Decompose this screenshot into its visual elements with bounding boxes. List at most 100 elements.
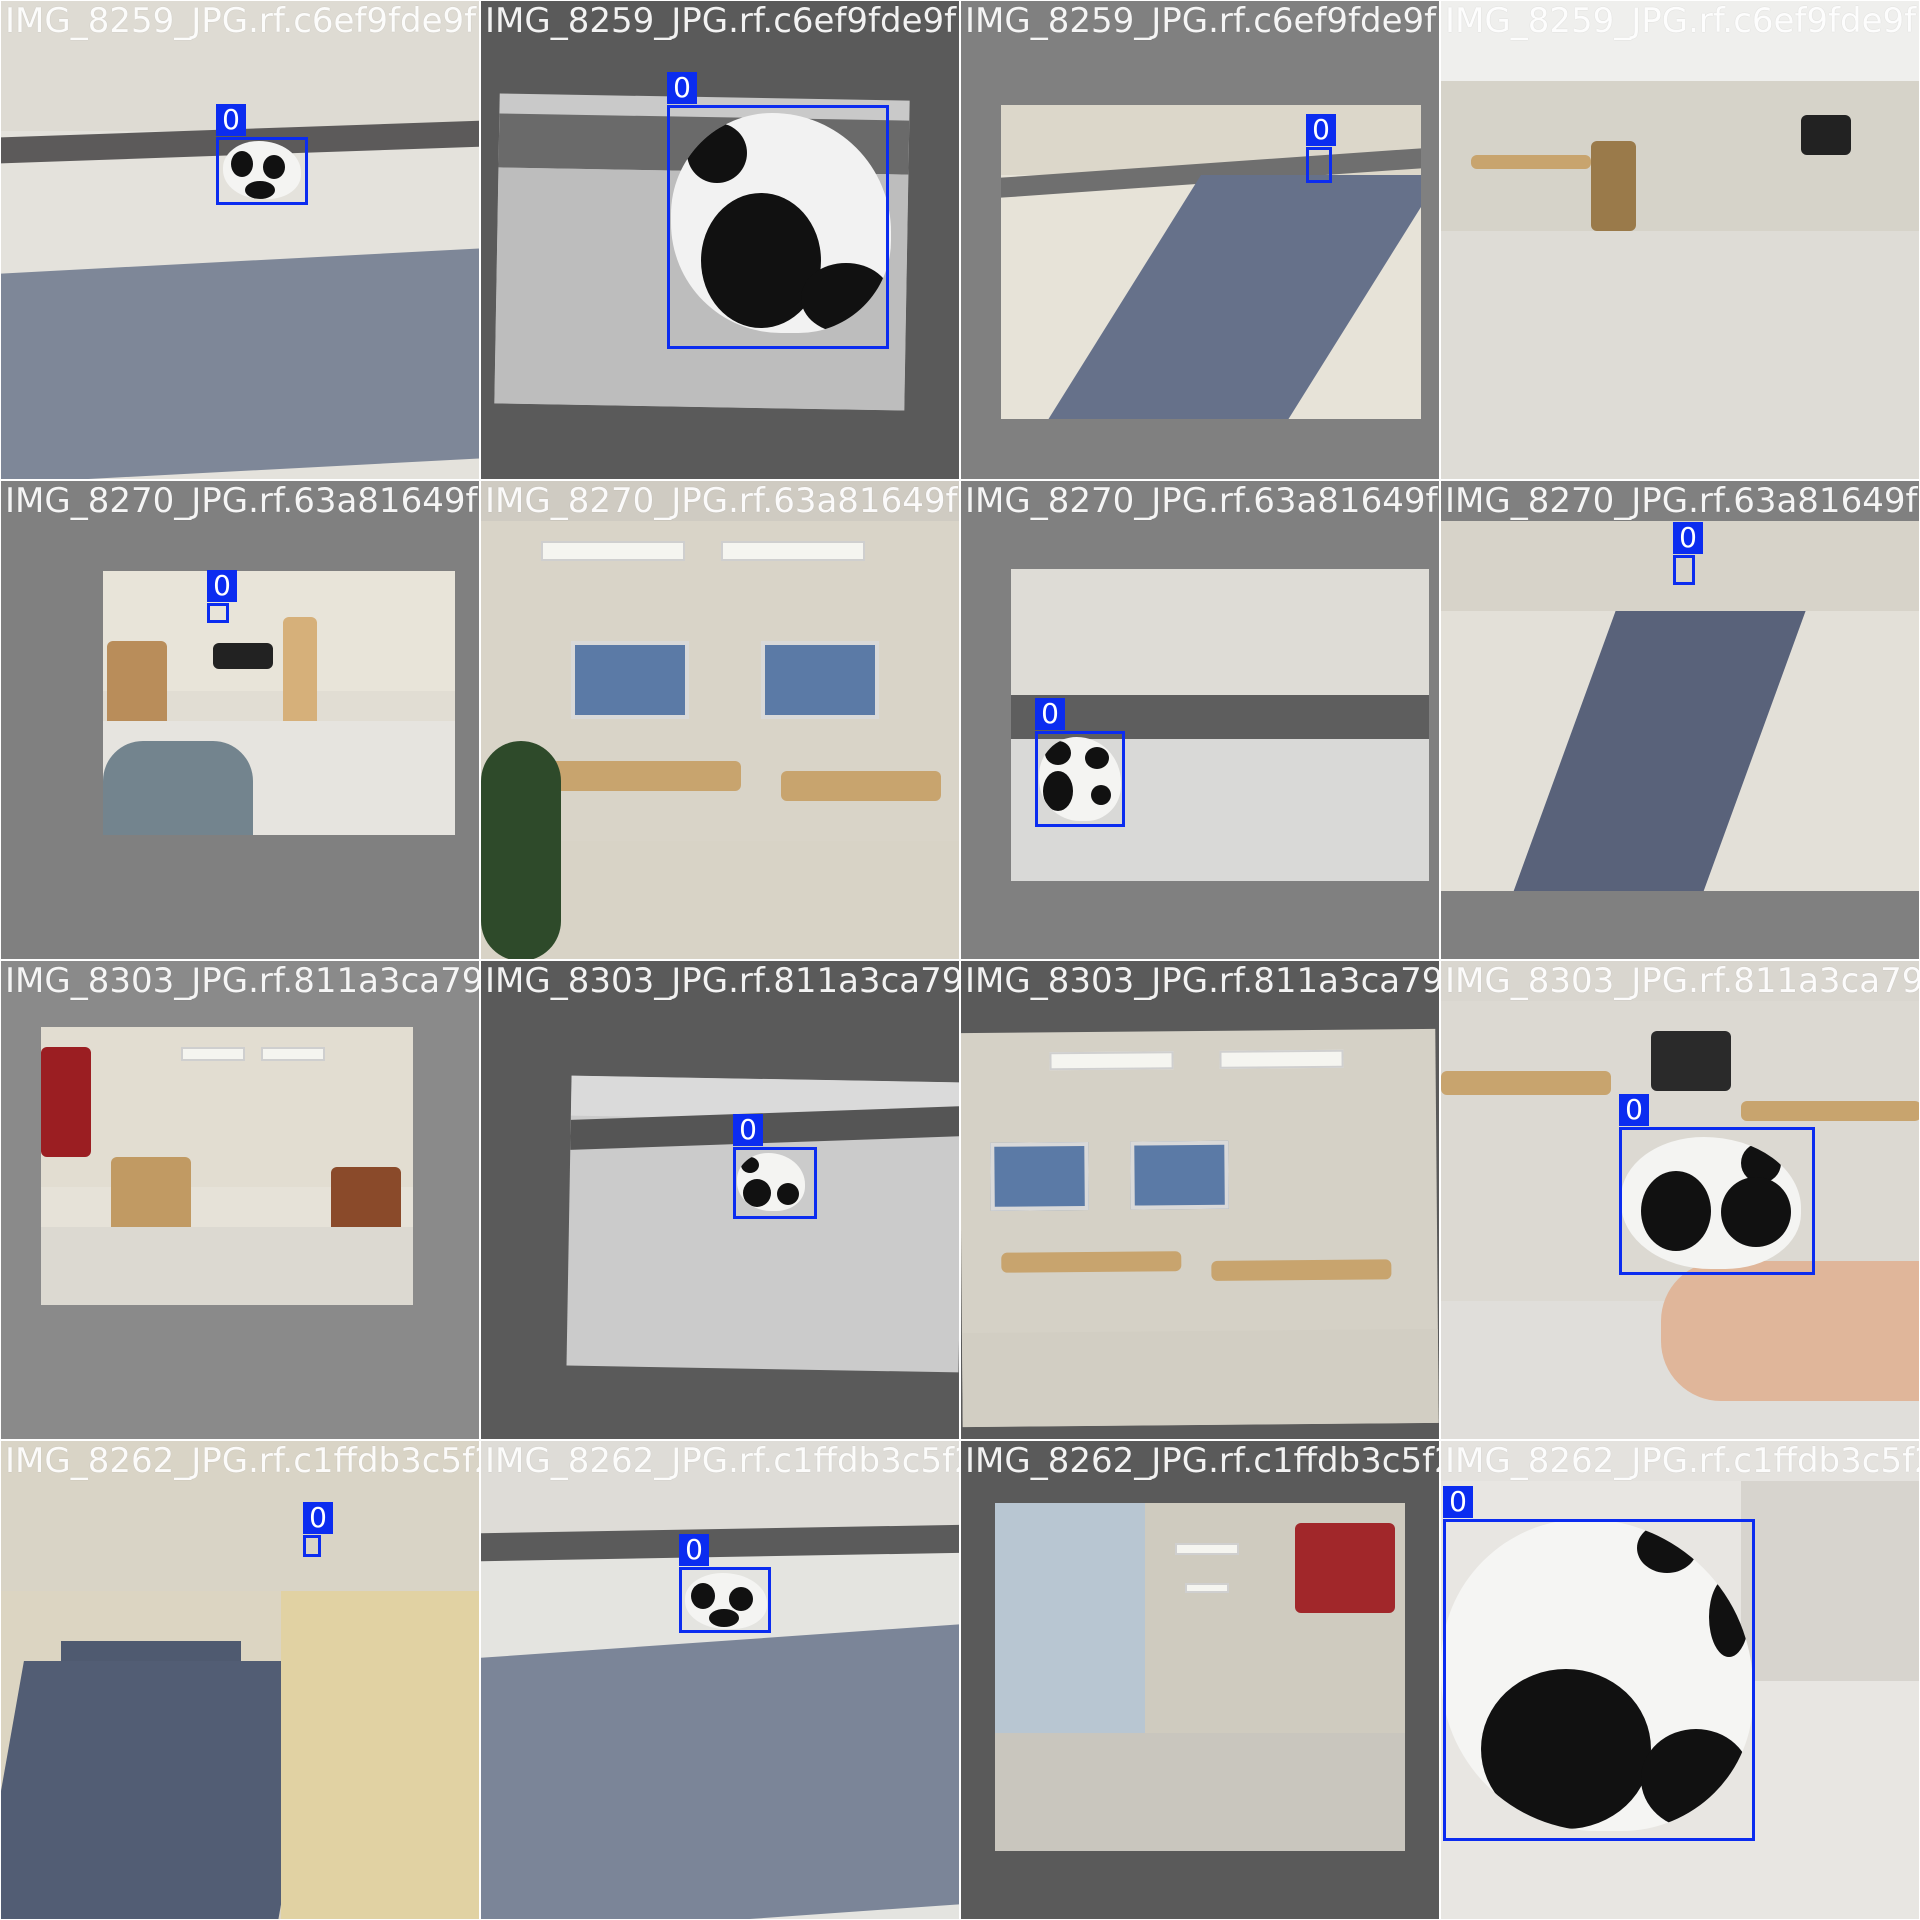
wall: [1011, 569, 1429, 695]
cabinet: [1591, 141, 1636, 231]
hall-wall-left: [995, 1503, 1145, 1743]
grid-tile: 0 IMG_8262_JPG.rf.c1ffdb3c5f2c3882545e02…: [480, 1440, 960, 1920]
desk: [1741, 1101, 1919, 1121]
window: [761, 641, 879, 719]
detection-box: 0: [207, 570, 237, 623]
window: [990, 1141, 1089, 1211]
ceiling-light: [1175, 1543, 1239, 1555]
monitor: [213, 643, 273, 669]
box-label: 0: [1619, 1094, 1649, 1126]
detection-box: 0: [1619, 1094, 1815, 1275]
desk: [1211, 1259, 1392, 1281]
chair: [103, 741, 253, 835]
floor: [41, 1227, 413, 1305]
ceiling-light: [541, 541, 685, 561]
floor-stripe: [1001, 175, 1421, 419]
ceiling-light: [261, 1047, 325, 1061]
box-label: 0: [1035, 698, 1065, 730]
ceiling-light: [181, 1047, 245, 1061]
tile-photo: [1001, 105, 1421, 419]
tile-caption: IMG_8259_JPG.rf.c6ef9fde9f1322_d2b64b5bf…: [965, 1, 1439, 41]
grid-tile: IMG_8303_JPG.rf.811a3ca79bc9823ee4f05cb1…: [960, 960, 1440, 1440]
red-wall: [41, 1047, 91, 1157]
tile-photo: [1441, 81, 1919, 479]
ceiling-light: [721, 541, 865, 561]
floor: [995, 1733, 1405, 1851]
floor-stripe: [1, 1661, 324, 1919]
grid-tile: 0 IMG_8259_JPG.rf.c6ef9fde9f1322_d2b64b5…: [0, 0, 480, 480]
grid-tile: 0 IMG_8270_JPG.rf.63a81649f6fa6230f2_e9f…: [1440, 480, 1920, 960]
tile-caption: IMG_8259_JPG.rf.c6ef9fde9f1322_d2b64b5bf…: [485, 1, 959, 41]
detection-box: 0: [679, 1534, 771, 1633]
tile-photo: [1, 1441, 479, 1919]
tile-photo: [41, 1027, 413, 1305]
window: [1130, 1140, 1229, 1210]
red-panel: [1295, 1523, 1395, 1613]
box-label: 0: [733, 1114, 763, 1146]
box-label: 0: [667, 72, 697, 104]
tile-caption: IMG_8270_JPG.rf.63a81649f6fa6230f2_e9f5f…: [965, 481, 1439, 521]
tile-caption: IMG_8270_JPG.rf.63a81649f6fa6230f2_e9f5f…: [5, 481, 479, 521]
monitor: [1651, 1031, 1731, 1091]
tile-photo: [566, 1075, 959, 1373]
grid-tile: 0 IMG_8270_JPG.rf.63a81649f6fa6230f2_e9f…: [960, 480, 1440, 960]
box-label: 0: [1306, 114, 1336, 146]
monitor: [1801, 115, 1851, 155]
tile-caption: IMG_8303_JPG.rf.811a3ca79bc9823ee4f05cb1…: [485, 961, 960, 1001]
grid-tile: 0 IMG_8259_JPG.rf.c6ef9fde9f1322_d2b64b5…: [480, 0, 960, 480]
desk: [541, 761, 741, 791]
tile-photo: [103, 571, 455, 835]
detection-box: 0: [667, 72, 889, 349]
floor-stripe: [481, 1624, 959, 1919]
grid-tile: 0 IMG_8303_JPG.rf.811a3ca79bc9823ee4f05c…: [480, 960, 960, 1440]
tile-photo: [961, 1028, 1439, 1428]
detection-box: 0: [733, 1114, 817, 1219]
tile-caption: IMG_8262_JPG.rf.c1ffdb3c5f2c3882545e0231…: [5, 1441, 479, 1481]
tile-caption: IMG_8262_JPG.rf.c1ffdb3c5f2c3882545e0231…: [965, 1441, 1439, 1481]
tile-caption: IMG_8303_JPG.rf.811a3ca79bc9823ee4f05cb1…: [1445, 961, 1920, 1001]
grid-tile: 0 IMG_8259_JPG.rf.c6ef9fde9f1322_d2b64b5…: [960, 0, 1440, 480]
image-grid: 0 IMG_8259_JPG.rf.c6ef9fde9f1322_d2b64b5…: [0, 0, 1920, 1920]
floor: [961, 1328, 1439, 1428]
plant: [481, 741, 561, 959]
box-label: 0: [1443, 1486, 1473, 1518]
floor: [1441, 231, 1919, 479]
wall: [1741, 1481, 1919, 1681]
desk: [781, 771, 941, 801]
detection-box: 0: [1443, 1486, 1755, 1841]
box-label: 0: [679, 1534, 709, 1566]
hand: [1661, 1261, 1919, 1401]
tile-photo: [1, 1, 479, 479]
grid-tile: 0 IMG_8270_JPG.rf.63a81649f6fa6230f2_e9f…: [0, 480, 480, 960]
ceiling-light: [1185, 1583, 1229, 1593]
tile-photo: [481, 1441, 959, 1919]
tile-photo: [481, 521, 959, 959]
tile-caption: IMG_8262_JPG.rf.c1ffdb3c5f2c3882545e0231…: [485, 1441, 959, 1481]
floor-stripe: [1, 248, 479, 479]
box-label: 0: [303, 1502, 333, 1534]
detection-box: 0: [1035, 698, 1125, 827]
detection-box: 0: [1673, 522, 1703, 585]
tile-caption: IMG_8259_JPG.rf.c6ef9fde9f1322_d2b64b5bf…: [5, 1, 479, 41]
tile-caption: IMG_8270_JPG.rf.63a81649f6fa6230f2_e9f5f…: [485, 481, 959, 521]
box-label: 0: [1673, 522, 1703, 554]
grid-tile: IMG_8259_JPG.rf.c6ef9fde9f1322_d2b64b5bf…: [1440, 0, 1920, 480]
ceiling-light: [1219, 1049, 1344, 1069]
grid-tile: 0 IMG_8303_JPG.rf.811a3ca79bc9823ee4f05c…: [1440, 960, 1920, 1440]
box-label: 0: [207, 570, 237, 602]
detection-box: 0: [303, 1502, 333, 1557]
detection-box: 0: [1306, 114, 1336, 183]
boxes: [107, 641, 167, 731]
tile-caption: IMG_8303_JPG.rf.811a3ca79bc9823ee4f05cb1…: [965, 961, 1440, 1001]
tile-caption: IMG_8262_JPG.rf.c1ffdb3c5f2c3882545e0231…: [1445, 1441, 1919, 1481]
desk: [1001, 1251, 1182, 1273]
tile-caption: IMG_8303_JPG.rf.811a3ca79bc9823ee4f05cb1…: [5, 961, 480, 1001]
grid-tile: 0 IMG_8262_JPG.rf.c1ffdb3c5f2c3882545e02…: [1440, 1440, 1920, 1920]
box-label: 0: [216, 104, 246, 136]
window: [571, 641, 689, 719]
desk: [1471, 155, 1591, 169]
tile-photo: [1011, 569, 1429, 881]
detection-box: 0: [216, 104, 308, 205]
floor: [281, 1591, 479, 1919]
grid-tile: IMG_8270_JPG.rf.63a81649f6fa6230f2_e9f5f…: [480, 480, 960, 960]
